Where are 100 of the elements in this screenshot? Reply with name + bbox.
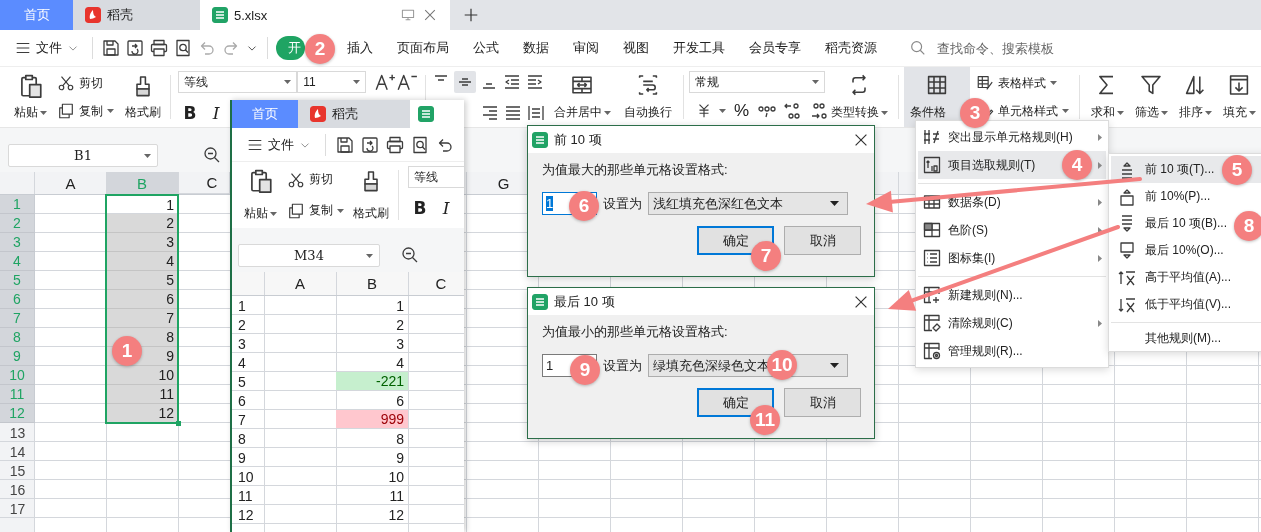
document-tab[interactable]: 稻壳 bbox=[297, 100, 411, 128]
row-header[interactable]: 11 bbox=[232, 486, 264, 505]
ribbon-tab[interactable]: 公式 bbox=[461, 36, 511, 60]
paste-button[interactable]: 粘贴 bbox=[10, 67, 51, 127]
fill-handle[interactable] bbox=[176, 421, 181, 426]
caret-icon bbox=[366, 253, 373, 258]
ribbon-tab[interactable]: 插入 bbox=[335, 36, 385, 60]
format-painter-button[interactable]: 格式刷 bbox=[121, 67, 165, 127]
print-preview-icon[interactable] bbox=[410, 134, 430, 155]
row-header[interactable]: 3 bbox=[232, 334, 264, 353]
document-tab[interactable]: 5.xlsx bbox=[200, 0, 450, 30]
column-header[interactable]: C bbox=[408, 272, 462, 295]
distribute-icon[interactable] bbox=[526, 103, 546, 123]
fill-button[interactable]: 填充 bbox=[1217, 67, 1261, 127]
italic-button[interactable]: I bbox=[204, 103, 228, 123]
row-header[interactable]: 8 bbox=[232, 429, 264, 448]
row-header[interactable]: 4 bbox=[232, 353, 264, 372]
ribbon-tab[interactable]: 稻壳资源 bbox=[813, 36, 889, 60]
row-header[interactable]: 2 bbox=[232, 315, 264, 334]
paste-button[interactable]: 粘贴 bbox=[240, 162, 281, 228]
ribbon-tab[interactable]: 会员专享 bbox=[737, 36, 813, 60]
row-header[interactable]: 10 bbox=[232, 467, 264, 486]
cancel-button[interactable]: 取消 bbox=[784, 226, 861, 255]
row-header[interactable]: 16 bbox=[0, 480, 35, 499]
row-header[interactable]: 14 bbox=[0, 442, 35, 461]
italic-button[interactable]: I bbox=[434, 198, 458, 218]
menu-item[interactable]: 清除规则(C) bbox=[918, 309, 1106, 337]
name-box[interactable]: B1 bbox=[8, 143, 158, 167]
zoom-out-icon[interactable] bbox=[400, 245, 420, 265]
format-painter-button[interactable]: 格式刷 bbox=[349, 162, 393, 228]
column-header[interactable]: A bbox=[35, 172, 106, 194]
ribbon-tab[interactable]: 页面布局 bbox=[385, 36, 461, 60]
save-icon[interactable] bbox=[335, 134, 355, 155]
search-field[interactable]: 查找命令、搜索模板 bbox=[935, 39, 1069, 57]
row-header[interactable]: 6 bbox=[232, 391, 264, 410]
zoom-out-icon[interactable] bbox=[202, 145, 222, 165]
font-dropdown[interactable]: 等线 bbox=[178, 71, 298, 93]
row-header[interactable]: 7 bbox=[232, 410, 264, 429]
cancel-button[interactable]: 取消 bbox=[784, 388, 861, 417]
ribbon-tab[interactable]: 视图 bbox=[611, 36, 661, 60]
font-dropdown[interactable]: 等线 bbox=[408, 166, 464, 188]
percent-button[interactable]: % bbox=[732, 99, 752, 123]
row-header[interactable]: 5 bbox=[232, 372, 264, 391]
document-tab[interactable] bbox=[410, 100, 464, 128]
number-format-dropdown[interactable]: 常规 bbox=[689, 71, 825, 93]
ribbon-tab[interactable]: 开发工具 bbox=[661, 36, 737, 60]
export-icon[interactable] bbox=[360, 134, 380, 155]
row-header[interactable]: 9 bbox=[232, 448, 264, 467]
column-header[interactable]: A bbox=[264, 272, 336, 295]
spreadsheet-logo-icon bbox=[532, 293, 548, 310]
monitor-icon[interactable] bbox=[400, 7, 416, 23]
align-right-icon[interactable] bbox=[480, 103, 500, 123]
cut-button[interactable]: 剪切 bbox=[285, 168, 345, 191]
column-header[interactable]: G bbox=[466, 172, 527, 194]
row-header[interactable]: 15 bbox=[0, 461, 35, 480]
row-header[interactable]: 13 bbox=[0, 423, 35, 442]
convert-type-button[interactable]: 类型转换 bbox=[825, 67, 893, 127]
bold-button[interactable]: B bbox=[408, 198, 432, 218]
save-icon[interactable] bbox=[101, 38, 121, 58]
file-menu[interactable]: 文件 bbox=[242, 135, 316, 154]
ribbon-tab[interactable]: 审阅 bbox=[561, 36, 611, 60]
caret-icon bbox=[144, 153, 151, 158]
decrease-decimal-icon[interactable] bbox=[809, 101, 830, 121]
caret-icon bbox=[1248, 110, 1256, 115]
menu-item[interactable]: 图标集(I) bbox=[918, 244, 1106, 272]
row-header[interactable]: 1 bbox=[232, 296, 264, 315]
row-header[interactable]: 12 bbox=[232, 505, 264, 524]
row-header[interactable]: 17 bbox=[0, 499, 35, 518]
scissors-icon bbox=[57, 74, 75, 92]
copy-button[interactable]: 复制 bbox=[55, 100, 117, 122]
merge-center-button[interactable]: 合并居中 bbox=[546, 67, 618, 127]
file-menu[interactable]: 文件 bbox=[10, 39, 84, 57]
justify-icon[interactable] bbox=[503, 103, 523, 123]
copy-button[interactable]: 复制 bbox=[285, 199, 345, 222]
name-box[interactable]: M34 bbox=[238, 243, 380, 267]
ribbon-tab[interactable]: 数据 bbox=[511, 36, 561, 60]
decrease-indent-icon[interactable] bbox=[502, 72, 522, 92]
print-preview-icon[interactable] bbox=[173, 38, 193, 58]
print-icon[interactable] bbox=[385, 134, 405, 155]
table-style-button[interactable]: 表格样式 bbox=[974, 72, 1070, 94]
filter-button[interactable]: 筛选 bbox=[1129, 67, 1173, 127]
increase-indent-icon[interactable] bbox=[525, 72, 545, 92]
document-tab[interactable]: 稻壳 bbox=[73, 0, 200, 30]
style-dropdown[interactable]: 浅红填充色深红色文本 bbox=[648, 192, 848, 215]
plus-icon[interactable] bbox=[462, 6, 480, 24]
print-icon[interactable] bbox=[149, 38, 169, 58]
wrap-text-button[interactable]: 自动换行 bbox=[618, 67, 678, 127]
export-icon[interactable] bbox=[125, 38, 145, 58]
cut-button[interactable]: 剪切 bbox=[55, 72, 117, 94]
menu-item[interactable]: 低于平均值(V)... bbox=[1111, 291, 1261, 318]
sort-button[interactable]: 排序 bbox=[1173, 67, 1217, 127]
menu-item[interactable]: 高于平均值(A)... bbox=[1111, 264, 1261, 291]
bold-button[interactable]: B bbox=[178, 103, 202, 123]
column-header[interactable]: B bbox=[336, 272, 408, 295]
menu-item[interactable]: 新建规则(N)... bbox=[918, 276, 1106, 309]
menu-item[interactable]: 色阶(S) bbox=[918, 216, 1106, 244]
font-size-dropdown[interactable]: 11 bbox=[297, 71, 367, 93]
menu-item[interactable]: 其他规则(M)... bbox=[1111, 322, 1261, 349]
menu-item[interactable]: 前 10%(P)... bbox=[1111, 183, 1261, 210]
menu-item[interactable]: 管理规则(R)... bbox=[918, 337, 1106, 365]
